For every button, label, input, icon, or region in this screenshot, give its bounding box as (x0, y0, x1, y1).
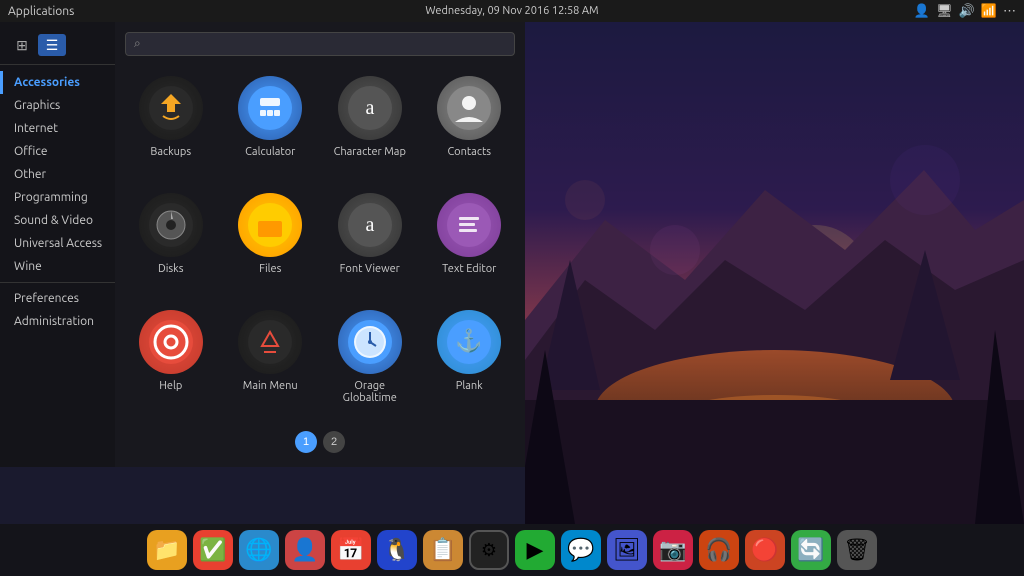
sidebar-item-graphics[interactable]: Graphics (0, 94, 115, 117)
sidebar-item-internet[interactable]: Internet (0, 117, 115, 140)
sidebar-item-office[interactable]: Office (0, 140, 115, 163)
dock-trash[interactable]: 🗑 (837, 530, 877, 570)
app-charmap[interactable]: a Character Map (324, 68, 416, 177)
app-contacts[interactable]: Contacts (424, 68, 516, 177)
page-2-btn[interactable]: 2 (323, 431, 345, 453)
system-tray: 👤 🖥 🔊 📶 ⋯ (914, 4, 1016, 19)
svg-text:a: a (365, 97, 374, 119)
sidebar: ⊞ ☰ Accessories Graphics Internet Office… (0, 22, 115, 467)
dock-calendar[interactable]: 📅 (331, 530, 371, 570)
sidebar-item-wine[interactable]: Wine (0, 255, 115, 278)
dock-tasks[interactable]: ✅ (193, 530, 233, 570)
app-launcher-panel: ⊞ ☰ Accessories Graphics Internet Office… (0, 22, 525, 467)
texteditor-icon (437, 193, 501, 257)
help-label: Help (159, 380, 182, 392)
orage-icon (338, 310, 402, 374)
taskbar-bottom: 📁 ✅ 🌐 👤 📅 🐧 📋 ⚙ ▶ 💬 🖼 📷 🎧 🔴 🔄 🗑 (0, 524, 1024, 576)
charmap-icon: a (338, 76, 402, 140)
files-label: Files (259, 263, 281, 275)
backups-icon (139, 76, 203, 140)
charmap-label: Character Map (334, 146, 406, 158)
search-icon: ⌕ (134, 37, 141, 51)
user-icon[interactable]: 👤 (914, 4, 930, 19)
app-orage[interactable]: Orage Globaltime (324, 302, 416, 423)
app-fontviewer[interactable]: a Font Viewer (324, 185, 416, 294)
dock-apps[interactable]: ⚙ (469, 530, 509, 570)
apps-grid: Backups Calculator (125, 68, 515, 423)
help-icon (139, 310, 203, 374)
dock-browser[interactable]: 🌐 (239, 530, 279, 570)
app-help[interactable]: Help (125, 302, 217, 423)
display-icon[interactable]: 🖥 (936, 4, 953, 19)
backups-label: Backups (150, 146, 191, 158)
search-bar: ⌕ (125, 32, 515, 56)
more-icon[interactable]: ⋯ (1003, 4, 1016, 19)
dock-headphones[interactable]: 🎧 (699, 530, 739, 570)
list-view-btn[interactable]: ☰ (38, 34, 66, 56)
dock-ubuntu[interactable]: 🔴 (745, 530, 785, 570)
disks-label: Disks (158, 263, 184, 275)
contacts-label: Contacts (447, 146, 491, 158)
dock-notes[interactable]: 📋 (423, 530, 463, 570)
calculator-label: Calculator (245, 146, 295, 158)
sidebar-item-universal-access[interactable]: Universal Access (0, 232, 115, 255)
sidebar-item-sound-video[interactable]: Sound & Video (0, 209, 115, 232)
mainmenu-label: Main Menu (243, 380, 298, 392)
app-backups[interactable]: Backups (125, 68, 217, 177)
sidebar-item-programming[interactable]: Programming (0, 186, 115, 209)
sidebar-item-preferences[interactable]: Preferences (0, 287, 115, 310)
app-files[interactable]: Files (225, 185, 317, 294)
fontviewer-icon: a (338, 193, 402, 257)
datetime-display: Wednesday, 09 Nov 2016 12:58 AM (425, 5, 598, 17)
taskbar-top-left: Applications (8, 5, 74, 18)
dock-photos[interactable]: 🖼 (607, 530, 647, 570)
disks-icon (139, 193, 203, 257)
pagination: 1 2 (125, 423, 515, 457)
mainmenu-icon (238, 310, 302, 374)
dock-skype[interactable]: 💬 (561, 530, 601, 570)
app-texteditor[interactable]: Text Editor (424, 185, 516, 294)
plank-label: Plank (456, 380, 483, 392)
orage-label: Orage Globaltime (328, 380, 412, 404)
dock-linux[interactable]: 🐧 (377, 530, 417, 570)
taskbar-top: Applications Wednesday, 09 Nov 2016 12:5… (0, 0, 1024, 22)
dock-webcam[interactable]: 📷 (653, 530, 693, 570)
svg-text:⚓: ⚓ (456, 328, 483, 353)
svg-text:a: a (365, 214, 374, 236)
dock-contacts[interactable]: 👤 (285, 530, 325, 570)
applications-menu[interactable]: Applications (8, 5, 74, 18)
network-icon[interactable]: 📶 (981, 4, 997, 19)
dock-media[interactable]: ▶ (515, 530, 555, 570)
fontviewer-label: Font Viewer (340, 263, 400, 275)
app-mainmenu[interactable]: Main Menu (225, 302, 317, 423)
grid-view-btn[interactable]: ⊞ (8, 34, 36, 56)
texteditor-label: Text Editor (442, 263, 496, 275)
app-grid-area: ⌕ Backups (115, 22, 525, 467)
app-plank[interactable]: ⚓ Plank (424, 302, 516, 423)
desktop-background (525, 0, 1024, 524)
dock-files[interactable]: 📁 (147, 530, 187, 570)
page-1-btn[interactable]: 1 (295, 431, 317, 453)
search-input[interactable] (147, 37, 506, 51)
app-calculator[interactable]: Calculator (225, 68, 317, 177)
files-icon (238, 193, 302, 257)
view-toggle: ⊞ ☰ (0, 30, 115, 65)
sidebar-divider (0, 282, 115, 283)
sidebar-item-administration[interactable]: Administration (0, 310, 115, 333)
volume-icon[interactable]: 🔊 (959, 4, 975, 19)
calculator-icon (238, 76, 302, 140)
contacts-icon (437, 76, 501, 140)
plank-icon: ⚓ (437, 310, 501, 374)
sidebar-item-other[interactable]: Other (0, 163, 115, 186)
sidebar-item-accessories[interactable]: Accessories (0, 71, 115, 94)
dock-toggle[interactable]: 🔄 (791, 530, 831, 570)
app-disks[interactable]: Disks (125, 185, 217, 294)
